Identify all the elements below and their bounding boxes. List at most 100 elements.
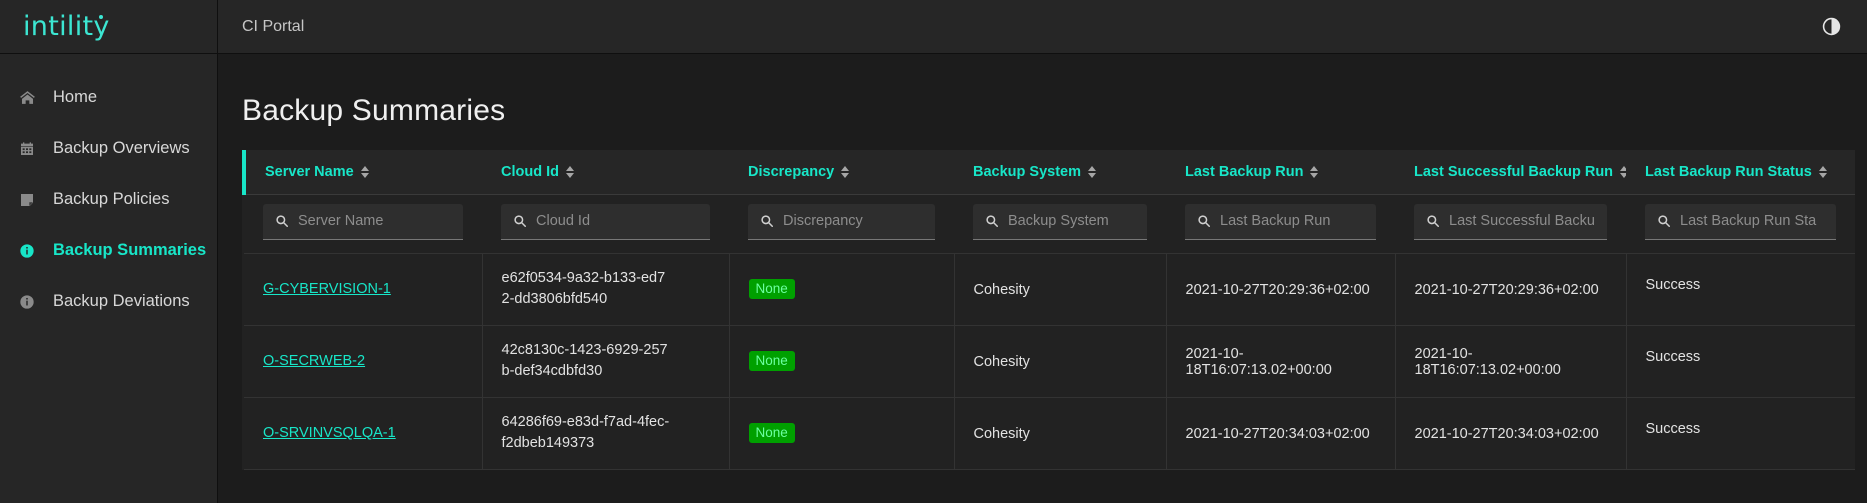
- search-box[interactable]: [263, 203, 463, 240]
- logo-text: intility: [23, 11, 110, 42]
- column-header-last-backup-run[interactable]: Last Backup Run: [1166, 150, 1395, 195]
- cell-last-backup-run: 2021-10-27T20:34:03+02:00: [1166, 397, 1396, 470]
- home-icon: [19, 89, 45, 106]
- intility-logo: intility: [23, 11, 110, 42]
- sidebar-item-label: Backup Policies: [53, 190, 170, 208]
- backup-system-value: Cohesity: [973, 426, 1030, 442]
- cell-cloud-id: e62f0534-9a32-b133-ed72-dd3806bfd540: [482, 253, 730, 326]
- search-icon: [985, 214, 999, 228]
- sort-icon[interactable]: [1310, 165, 1319, 178]
- cell-last-backup-run: 2021-10-18T16:07:13.02+00:00: [1166, 325, 1396, 398]
- filter-input-backup-system[interactable]: [1008, 213, 1139, 229]
- last-backup-run-value: 2021-10-27T20:29:36+02:00: [1185, 282, 1370, 298]
- discrepancy-badge: None: [748, 350, 795, 372]
- last-backup-run-status-value: Success: [1645, 349, 1701, 365]
- column-header-backup-system[interactable]: Backup System: [954, 150, 1166, 195]
- cell-last-backup-run-status: Success: [1626, 325, 1855, 398]
- sidebar-item-backup-deviations[interactable]: Backup Deviations: [0, 276, 217, 327]
- column-header-label: Discrepancy: [748, 163, 835, 180]
- server-name-link[interactable]: G-CYBERVISION-1: [263, 281, 391, 297]
- search-icon: [275, 214, 289, 228]
- sidebar-item-label: Backup Deviations: [53, 292, 190, 310]
- last-backup-run-value: 2021-10-18T16:07:13.02+00:00: [1185, 346, 1332, 378]
- column-header-label: Last Backup Run Status: [1645, 163, 1812, 180]
- search-box[interactable]: [748, 203, 935, 240]
- table-header-row: Server Name Cloud Id Discrepancy Backup …: [242, 150, 1855, 195]
- filter-cell-last-backup-run-status: [1626, 194, 1855, 254]
- search-box[interactable]: [1185, 203, 1376, 240]
- table-row[interactable]: O-SRVINVSQLQA-1 64286f69-e83d-f7ad-4fec-…: [244, 397, 1855, 470]
- column-header-last-backup-run-status[interactable]: Last Backup Run Status: [1626, 150, 1855, 195]
- filter-input-server-name[interactable]: [298, 213, 455, 229]
- server-name-link[interactable]: O-SRVINVSQLQA-1: [263, 425, 396, 441]
- search-box[interactable]: [973, 203, 1147, 240]
- calendar-icon: [19, 141, 45, 157]
- column-header-label: Last Backup Run: [1185, 163, 1304, 180]
- sidebar-item-home[interactable]: Home: [0, 72, 217, 123]
- cell-backup-system: Cohesity: [954, 397, 1167, 470]
- sidebar-item-label: Backup Overviews: [53, 139, 190, 157]
- logo-area[interactable]: intility: [0, 0, 217, 54]
- column-header-label: Last Successful Backup Run: [1414, 163, 1614, 180]
- sort-icon[interactable]: [566, 165, 574, 178]
- cell-last-successful-backup-run: 2021-10-27T20:34:03+02:00: [1395, 397, 1627, 470]
- column-header-label: Server Name: [265, 163, 354, 180]
- last-successful-backup-run-value: 2021-10-27T20:34:03+02:00: [1414, 426, 1599, 442]
- column-header-server-name[interactable]: Server Name: [242, 150, 482, 195]
- table-filter-row: [244, 194, 1855, 254]
- page-title: Backup Summaries: [242, 94, 506, 127]
- backup-system-value: Cohesity: [973, 354, 1030, 370]
- column-header-discrepancy[interactable]: Discrepancy: [729, 150, 954, 195]
- cell-last-backup-run-status: Success: [1626, 397, 1855, 470]
- search-box[interactable]: [1645, 203, 1836, 240]
- topbar-actions: [1822, 17, 1841, 36]
- column-header-label: Cloud Id: [501, 163, 559, 180]
- filter-input-cloud-id[interactable]: [536, 213, 702, 229]
- cell-last-successful-backup-run: 2021-10-27T20:29:36+02:00: [1395, 253, 1627, 326]
- sidebar-item-backup-policies[interactable]: Backup Policies: [0, 174, 217, 225]
- cloud-id-value: e62f0534-9a32-b133-ed72-dd3806bfd540: [501, 269, 666, 307]
- server-name-link[interactable]: O-SECRWEB-2: [263, 353, 365, 369]
- column-header-last-successful-backup-run[interactable]: Last Successful Backup Run: [1395, 150, 1629, 195]
- last-backup-run-status-value: Success: [1645, 421, 1701, 437]
- sidebar-item-backup-summaries[interactable]: Backup Summaries: [0, 225, 217, 276]
- filter-cell-backup-system: [954, 194, 1166, 254]
- search-box[interactable]: [501, 203, 710, 240]
- filter-cell-last-successful-backup-run: [1395, 194, 1626, 254]
- sort-icon[interactable]: [360, 165, 369, 178]
- table-row[interactable]: G-CYBERVISION-1 e62f0534-9a32-b133-ed72-…: [244, 253, 1855, 326]
- app-root: intility Home Backup Overviews Backup Po…: [0, 0, 1867, 503]
- sort-icon[interactable]: [841, 165, 850, 178]
- table-row[interactable]: O-SECRWEB-2 42c8130c-1423-6929-257b-def3…: [244, 325, 1855, 398]
- column-header-cloud-id[interactable]: Cloud Id: [482, 150, 729, 195]
- sort-icon[interactable]: [1088, 165, 1096, 178]
- filter-cell-last-backup-run: [1166, 194, 1395, 254]
- sort-icon[interactable]: [1818, 165, 1827, 178]
- info-circle-icon: [19, 294, 45, 310]
- last-backup-run-value: 2021-10-27T20:34:03+02:00: [1185, 426, 1370, 442]
- filter-input-last-backup-run-status[interactable]: [1680, 213, 1828, 229]
- cell-backup-system: Cohesity: [954, 325, 1167, 398]
- sidebar-nav: Home Backup Overviews Backup Policies Ba…: [0, 54, 217, 327]
- cell-server-name: O-SRVINVSQLQA-1: [244, 397, 483, 470]
- filter-input-last-backup-run[interactable]: [1220, 213, 1368, 229]
- cell-server-name: O-SECRWEB-2: [244, 325, 483, 398]
- contrast-toggle-icon[interactable]: [1822, 17, 1841, 36]
- discrepancy-badge: None: [748, 278, 795, 300]
- discrepancy-badge: None: [748, 422, 795, 444]
- cell-discrepancy: None: [729, 397, 955, 470]
- filter-cell-discrepancy: [729, 194, 954, 254]
- backup-system-value: Cohesity: [973, 282, 1030, 298]
- filter-input-discrepancy[interactable]: [783, 213, 927, 229]
- last-backup-run-status-value: Success: [1645, 277, 1701, 293]
- cell-server-name: G-CYBERVISION-1: [244, 253, 483, 326]
- search-icon: [1197, 214, 1211, 228]
- cloud-id-value: 64286f69-e83d-f7ad-4fec-f2dbeb149373: [501, 413, 670, 451]
- sidebar-item-label: Home: [53, 88, 98, 106]
- sidebar-item-label: Backup Summaries: [53, 241, 207, 259]
- cloud-id-value: 42c8130c-1423-6929-257b-def34cdbfd30: [501, 341, 668, 379]
- backup-summaries-table: Server Name Cloud Id Discrepancy Backup …: [242, 150, 1855, 470]
- filter-input-last-successful-backup-run[interactable]: [1449, 213, 1599, 229]
- sidebar-item-backup-overviews[interactable]: Backup Overviews: [0, 123, 217, 174]
- search-box[interactable]: [1414, 203, 1607, 240]
